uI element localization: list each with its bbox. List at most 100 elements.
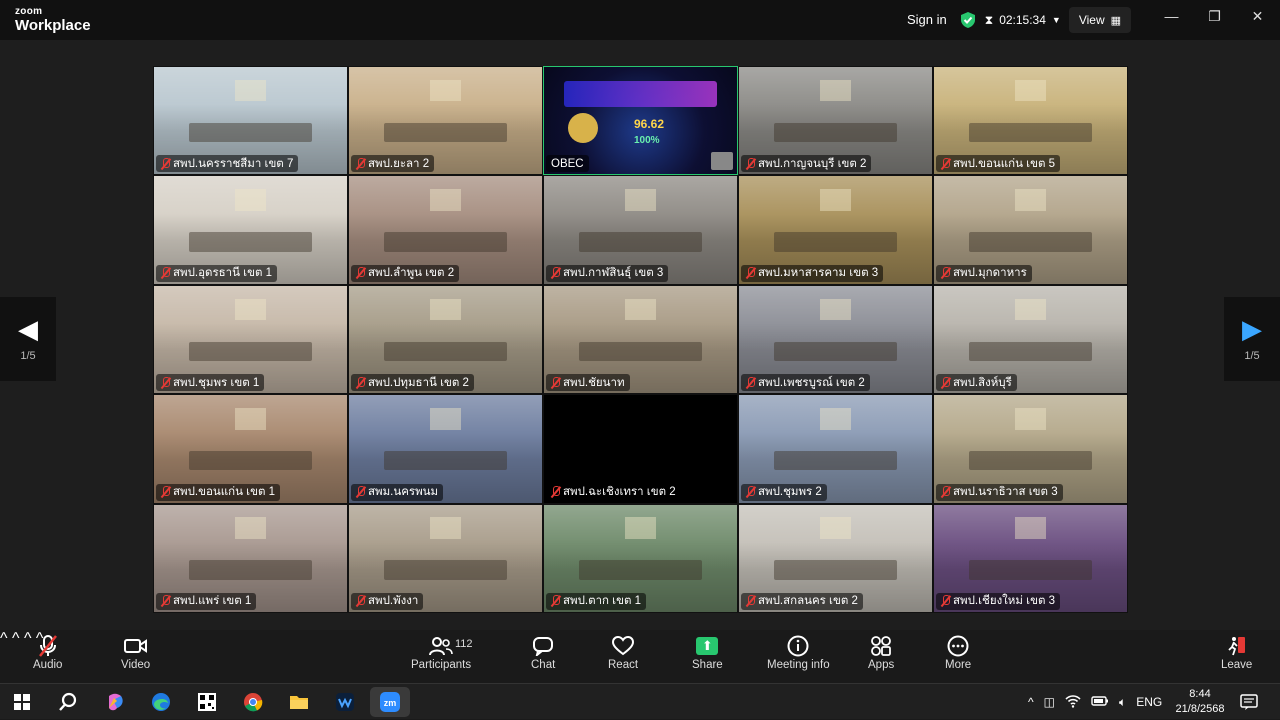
video-tile[interactable]: สพป.ยะลา 2 [348,66,543,176]
video-tile[interactable]: สพป.ขอนแก่น เขต 5 [933,66,1128,176]
video-tile[interactable]: สพป.ฉะเชิงเทรา เขต 2 [543,394,738,504]
system-clock[interactable]: 8:44 21/8/2568 [1172,687,1228,717]
video-tile[interactable]: สพป.ชัยนาท [543,284,738,395]
mic-muted-icon [746,376,755,389]
participant-name-tag: สพป.ยะลา 2 [351,155,435,173]
notifications-icon[interactable] [1240,684,1258,720]
participant-name-tag: สพป.เพชรบูรณ์ เขต 2 [741,374,870,392]
video-tile[interactable]: สพม.นครพนม [348,394,543,504]
participant-name: สพป.นครราชสีมา เขต 7 [173,157,294,170]
video-options-caret-icon[interactable]: ^ [12,630,20,647]
video-tile[interactable]: สพป.เพชรบูรณ์ เขต 2 [738,284,933,395]
obec-score: 96.62 [634,117,665,131]
wifi-icon[interactable] [1065,694,1081,711]
video-tile[interactable]: สพป.นครราชสีมา เขต 7 [153,66,348,176]
meeting-toolbar: Audio ^ Video ^ Participants 112 ^ Chat … [0,630,1280,683]
volume-icon[interactable]: 🔈︎ [1119,695,1126,710]
apps-button[interactable]: Apps [868,633,894,671]
video-tile[interactable]: สพป.ชุมพร 2 [738,394,933,504]
participant-name-tag: สพป.มหาสารคาม เขต 3 [741,264,884,282]
participants-options-caret-icon[interactable]: ^ [24,630,32,647]
participant-name-tag: สพป.ชุมพร 2 [741,483,827,501]
video-tile[interactable]: สพป.พังงา [348,503,543,613]
participant-name: สพป.แพร่ เขต 1 [173,595,252,608]
mic-muted-icon [551,267,560,279]
view-button[interactable]: View ▦ [1068,7,1132,33]
mic-muted-icon [356,157,365,170]
search-icon[interactable] [54,689,82,715]
share-button[interactable]: ⬆ Share [692,633,723,671]
qr-code-app-icon[interactable] [193,689,221,715]
participant-name: สพป.อุดรธานี เขต 1 [173,267,273,280]
video-tile[interactable]: สพป.มุกดาหาร [933,175,1128,285]
close-icon[interactable]: ✕ [1236,8,1279,25]
sign-in-button[interactable]: Sign in [895,7,959,33]
participant-name-tag: OBEC [546,155,589,173]
copilot-icon[interactable] [101,689,129,715]
meeting-timer[interactable]: ⧗ 02:15:34 ▼ [977,13,1069,28]
brand-top: zoom [15,6,43,17]
video-tile[interactable]: สพป.ขอนแก่น เขต 1 [153,394,348,504]
mic-muted-icon [161,486,170,498]
mic-muted-icon [941,267,950,279]
audio-button[interactable]: Audio [33,633,62,671]
meet-now-icon[interactable]: ◫ [1044,695,1055,709]
participant-name-tag: สพป.มุกดาหาร [936,264,1032,282]
chat-button[interactable]: Chat [531,633,555,671]
video-tile[interactable]: สพป.อุดรธานี เขต 1 [153,175,348,285]
participant-name-tag: สพม.นครพนม [351,483,444,501]
video-tile[interactable]: สพป.สกลนคร เขต 2 [738,503,933,613]
video-tile[interactable]: สพป.สิงห์บุรี [933,284,1128,395]
arrow-right-icon: ▶ [1242,314,1262,344]
battery-icon[interactable] [1091,695,1109,710]
participant-name-tag: สพป.ฉะเชิงเทรา เขต 2 [546,483,681,501]
view-label: View [1078,13,1105,27]
webex-app-icon[interactable] [331,689,359,715]
restore-icon[interactable]: ❐ [1193,8,1236,25]
gallery-grid: สพป.นครราชสีมา เขต 7 สพป.ยะลา 2 96.62 100% O… [153,66,1128,613]
participant-name-tag: สพป.ชุมพร เขต 1 [156,374,265,392]
meeting-info-button[interactable]: Meeting info [767,633,830,671]
video-tile[interactable]: สพป.ลำพูน เขต 2 [348,175,543,285]
next-page-button[interactable]: ▶ 1/5 [1224,297,1280,381]
windows-start-icon[interactable] [8,689,36,715]
video-tile[interactable]: สพป.มหาสารคาม เขต 3 [738,175,933,285]
participant-name: สพป.สกลนคร เขต 2 [758,595,858,608]
leave-button[interactable]: Leave [1221,633,1252,671]
participant-name: สพป.ชุมพร 2 [758,486,822,499]
video-tile[interactable]: 96.62 100% OBEC [543,66,738,176]
minimize-icon[interactable]: — [1150,8,1193,25]
participant-name-tag: สพป.สกลนคร เขต 2 [741,592,863,610]
participant-name: สพป.นราธิวาส เขต 3 [953,486,1058,499]
video-label: Video [121,659,151,671]
participant-name: OBEC [551,157,584,170]
video-tile[interactable]: สพป.แพร่ เขต 1 [153,503,348,613]
previous-page-button[interactable]: ◀ 1/5 [0,297,56,381]
participant-name-tag: สพป.นครราชสีมา เขต 7 [156,155,299,173]
edge-browser-icon[interactable] [147,689,175,715]
video-tile[interactable]: สพป.นราธิวาส เขต 3 [933,394,1128,504]
page-indicator-right: 1/5 [1244,350,1260,362]
input-language[interactable]: ENG [1136,695,1162,709]
mic-muted-icon [161,376,170,389]
more-button[interactable]: More [945,633,971,671]
video-tile[interactable]: สพป.ปทุมธานี เขต 2 [348,284,543,395]
zoom-taskbar-icon[interactable]: zm [370,687,410,717]
audio-options-caret-icon[interactable]: ^ [0,630,8,647]
meeting-info-label: Meeting info [767,659,830,671]
mic-muted-icon [746,486,755,498]
video-tile[interactable]: สพป.กาฬสินธุ์ เขต 3 [543,175,738,285]
video-tile[interactable]: สพป.ตาก เขต 1 [543,503,738,613]
chrome-browser-icon[interactable] [239,689,267,715]
hourglass-icon: ⧗ [984,12,994,27]
video-tile[interactable]: สพป.เชียงใหม่ เขต 3 [933,503,1128,613]
participants-label: Participants [411,659,472,671]
video-tile[interactable]: สพป.ชุมพร เขต 1 [153,284,348,395]
video-button[interactable]: Video [121,633,150,671]
chevron-up-icon[interactable]: ^ [1028,695,1034,709]
react-button[interactable]: React [608,633,638,671]
shield-check-icon[interactable] [959,11,977,29]
mic-muted-icon [551,595,560,607]
file-explorer-icon[interactable] [285,689,313,715]
video-tile[interactable]: สพป.กาญจนบุรี เขต 2 [738,66,933,176]
